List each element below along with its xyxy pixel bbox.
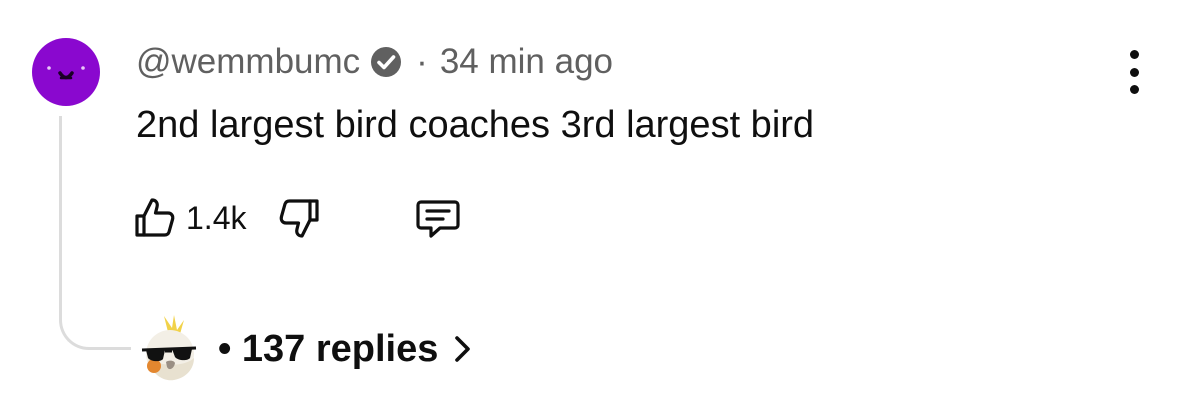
- more-vertical-icon-dot: [1129, 85, 1139, 94]
- replies-count: • 137 replies: [218, 328, 438, 371]
- dislike-button[interactable]: [276, 195, 322, 241]
- avatar-face-icon: [47, 66, 85, 80]
- view-replies-button[interactable]: • 137 replies: [134, 314, 474, 384]
- thread-connector-line: [59, 116, 131, 350]
- comment-icon: [416, 200, 461, 238]
- meta-separator: ·: [416, 42, 428, 81]
- replies-count-label: 137 replies: [241, 327, 439, 370]
- reply-avatar: [134, 314, 204, 384]
- comment-author[interactable]: @wemmbumc: [136, 42, 360, 82]
- verified-check-icon: [371, 47, 402, 77]
- more-vertical-icon-dot: [1129, 50, 1139, 59]
- more-actions-button[interactable]: [1117, 50, 1151, 94]
- replies-separator: •: [218, 327, 232, 370]
- commenter-avatar[interactable]: [32, 38, 100, 106]
- comment-actions: 1.4k: [132, 192, 462, 244]
- more-vertical-icon-dot: [1129, 67, 1139, 77]
- like-button[interactable]: 1.4k: [132, 195, 246, 241]
- cockatiel-sunglasses-icon: [141, 315, 197, 381]
- thumbs-up-icon: [135, 198, 175, 237]
- chevron-right-icon: [455, 336, 471, 362]
- like-count: 1.4k: [186, 199, 247, 236]
- comment-text: 2nd largest bird coaches 3rd largest bir…: [136, 104, 815, 146]
- comment-timestamp[interactable]: 34 min ago: [440, 42, 613, 82]
- comment-meta: @wemmbumc · 34 min ago: [136, 42, 613, 82]
- thumbs-down-icon: [280, 199, 320, 238]
- reply-button[interactable]: [414, 194, 462, 242]
